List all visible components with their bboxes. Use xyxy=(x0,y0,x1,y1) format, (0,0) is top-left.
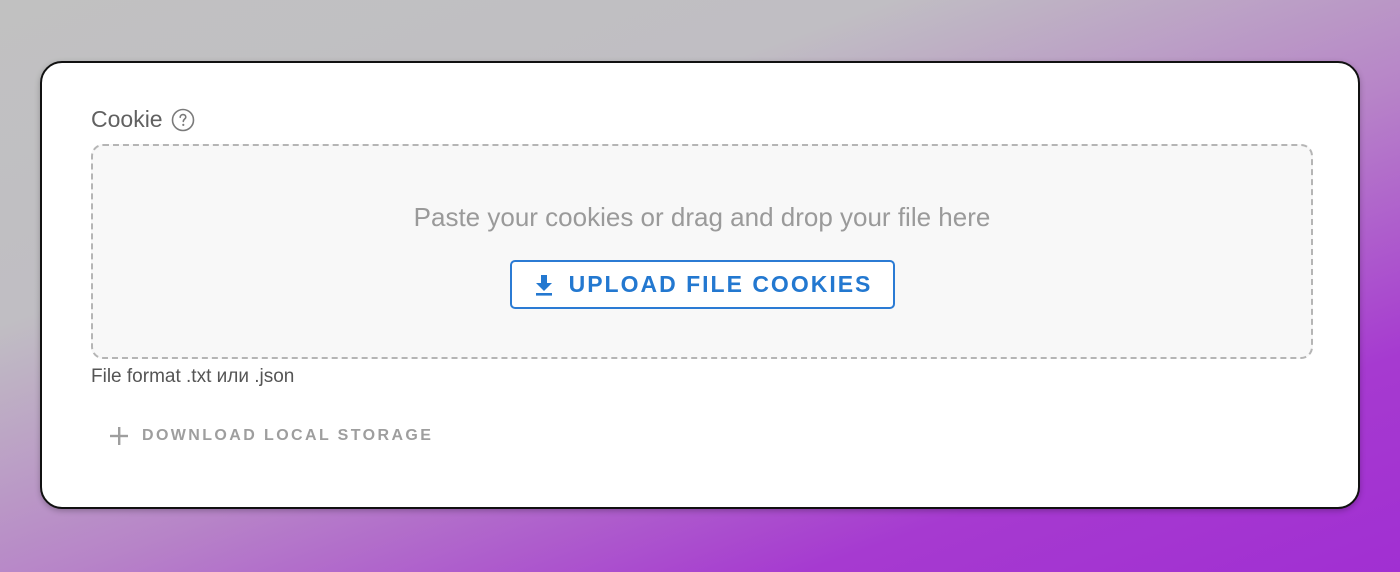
plus-icon xyxy=(108,425,130,447)
cookie-field-label: Cookie xyxy=(91,106,195,133)
download-local-storage-label: DOWNLOAD LOCAL STORAGE xyxy=(142,427,434,444)
cookie-label-text: Cookie xyxy=(91,106,163,132)
cookie-dropzone[interactable]: Paste your cookies or drag and drop your… xyxy=(91,144,1313,359)
question-circle-icon[interactable] xyxy=(171,108,195,132)
file-format-helper-text: File format .txt или .json xyxy=(91,366,295,387)
upload-file-cookies-button[interactable]: UPLOAD FILE COOKIES xyxy=(510,260,895,309)
download-local-storage-button[interactable]: DOWNLOAD LOCAL STORAGE xyxy=(108,425,433,447)
download-icon xyxy=(533,273,555,297)
upload-button-label: UPLOAD FILE COOKIES xyxy=(568,271,873,297)
dropzone-hint: Paste your cookies or drag and drop your… xyxy=(413,202,991,232)
cookie-card: Cookie Paste your cookies or drag and dr… xyxy=(40,61,1360,509)
